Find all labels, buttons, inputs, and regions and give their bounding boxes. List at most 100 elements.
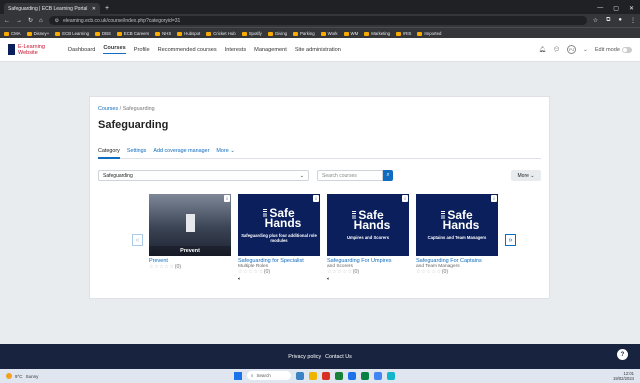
taskbar-search[interactable]: ⌕ Search [247,371,291,380]
bookmark[interactable]: Giving [268,31,287,36]
course-thumbnail[interactable]: Safe Hands Umpires and Scorers i [327,194,409,256]
site-logo[interactable]: E-Learning Website [8,44,60,56]
bookmark[interactable]: CMA [4,31,21,36]
url-field[interactable]: ⚙ elearning.ecb.co.uk/course/index.php?c… [48,16,587,25]
clock[interactable]: 12:01 19/02/2024 [613,371,634,381]
contact-us-link[interactable]: Contact Us [325,354,352,360]
main-content-card: Courses / Safeguarding Safeguarding Cate… [89,96,550,299]
menu-icon[interactable]: ⋮ [630,17,636,24]
carousel-prev-icon[interactable]: « [132,234,143,246]
task-view-icon[interactable] [296,371,304,380]
tab-settings[interactable]: Settings [127,148,146,154]
nav-courses[interactable]: Courses [103,45,126,54]
nav-interests[interactable]: Interests [225,47,246,53]
privacy-policy-link[interactable]: Privacy policy [288,354,321,360]
nav-management[interactable]: Management [254,47,287,53]
info-icon[interactable]: i [224,195,230,202]
weather-widget[interactable]: 9°C Sunny [6,373,38,379]
extensions-icon[interactable]: ⧉ [606,17,610,24]
thumbnail-caption: Umpires and Scorers [346,235,390,240]
ecb-logo-icon [8,44,15,55]
notifications-bell-icon[interactable]: 🔔︎ [539,47,546,53]
bookmark[interactable]: Imported [417,31,441,36]
close-window-icon[interactable]: ✕ [629,5,634,12]
search-button[interactable]: ⌕ [383,170,393,181]
info-icon[interactable]: i [402,195,408,202]
home-icon[interactable]: ⌂ [39,18,43,24]
tab-category[interactable]: Category [98,148,120,159]
sun-icon [6,373,12,379]
app-icon[interactable] [335,371,343,380]
info-icon[interactable]: i [313,195,319,202]
tab-more-label: More [216,147,229,154]
bookmark[interactable]: ECB Careers [117,31,149,36]
bookmark[interactable]: WM [344,31,359,36]
chrome-icon[interactable] [361,371,369,380]
file-explorer-icon[interactable] [309,371,317,380]
app-icon[interactable] [387,371,395,380]
minimize-icon[interactable]: — [597,5,603,12]
bookmark[interactable]: Marketing [364,31,390,36]
course-card-specialist[interactable]: Safe Hands Safeguarding plus four additi… [238,194,320,282]
breadcrumb-current: Safeguarding [122,106,155,112]
course-thumbnail[interactable]: Prevent i [149,194,231,256]
forward-icon[interactable]: → [16,18,22,24]
messages-icon[interactable]: 💬︎ [553,47,560,53]
profile-icon[interactable]: ● [618,17,622,24]
breadcrumb-courses[interactable]: Courses [98,106,118,112]
back-icon[interactable]: ← [4,18,10,24]
clock-date: 19/02/2024 [613,376,634,381]
rating-count: (0) [263,269,271,275]
bookmark[interactable]: ECB Learning [55,31,89,36]
bookmark[interactable]: IRIS [396,31,411,36]
search-input[interactable]: Search courses [317,170,383,181]
user-avatar[interactable]: PJ [567,45,577,54]
edit-mode-control[interactable]: Edit mode [595,46,632,53]
rating-stars: ☆☆☆☆☆ [327,269,353,275]
bookmark[interactable]: Hubspot [177,31,200,36]
carousel-next-icon[interactable]: » [505,234,516,246]
more-button[interactable]: More ⌄ [511,170,541,181]
course-thumbnail[interactable]: Safe Hands Safeguarding plus four additi… [238,194,320,256]
browser-tab[interactable]: Safeguarding | ECB Learning Portal ✕ [4,3,100,14]
bookmark-star-icon[interactable]: ☆ [593,17,598,24]
site-info-icon[interactable]: ⚙ [55,18,59,24]
bookmark[interactable]: Work [321,31,338,36]
bookmark[interactable]: DBS [95,31,111,36]
tab-more[interactable]: More ⌄ [216,148,234,154]
address-bar-row: ← → ↻ ⌂ ⚙ elearning.ecb.co.uk/course/ind… [0,14,640,27]
app-icon[interactable] [374,371,382,380]
course-thumbnail[interactable]: Safe Hands Captains and Team Managers i [416,194,498,256]
help-icon[interactable]: ? [617,349,628,360]
app-icon[interactable] [322,371,330,380]
category-select-value: Safeguarding [103,172,133,179]
breadcrumb: Courses / Safeguarding [98,106,155,112]
maximize-icon[interactable]: ▢ [613,5,619,12]
bookmark[interactable]: Cricket Hub [206,31,235,36]
tab-add-coverage-manager[interactable]: Add coverage manager [153,148,209,154]
bookmark[interactable]: Disney+ [27,31,50,36]
edit-mode-toggle[interactable] [622,46,632,53]
nav-site-administration[interactable]: Site administration [295,47,341,53]
reload-icon[interactable]: ↻ [28,17,33,24]
close-tab-icon[interactable]: ✕ [92,6,96,12]
bookmark[interactable]: Parking [293,31,315,36]
thumbnail-caption: Prevent [149,246,231,256]
course-card-umpires[interactable]: Safe Hands Umpires and Scorers i Safegua… [327,194,409,282]
user-menu-chevron-icon[interactable]: ⌄ [583,47,588,53]
windows-start-icon[interactable] [234,371,242,380]
nav-recommended-courses[interactable]: Recommended courses [158,47,217,53]
outlook-icon[interactable] [348,371,356,380]
nav-dashboard[interactable]: Dashboard [68,47,95,53]
category-select[interactable]: Safeguarding ⌄ [98,170,309,181]
url-text: elearning.ecb.co.uk/course/index.php?cat… [63,17,181,24]
info-icon[interactable]: i [491,195,497,202]
nav-profile[interactable]: Profile [134,47,150,53]
course-card-captains[interactable]: Safe Hands Captains and Team Managers i … [416,194,498,276]
bookmark[interactable]: Spotify [242,31,262,36]
course-card-prevent[interactable]: Prevent i Prevent ☆☆☆☆☆(0) [149,194,231,271]
bookmark[interactable]: NHS [155,31,171,36]
thumbnail-caption: Safeguarding plus four additional role m… [241,232,317,243]
new-tab-icon[interactable]: + [105,3,109,14]
os-taskbar: 9°C Sunny ⌕ Search 12:01 19/02/2024 [0,369,640,383]
